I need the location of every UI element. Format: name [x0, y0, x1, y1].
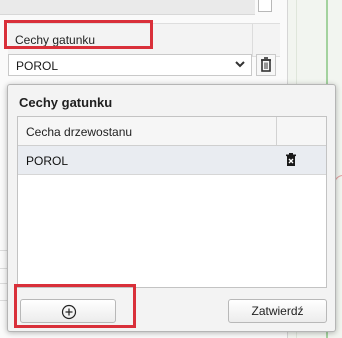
delete-icon — [286, 153, 296, 166]
column-header-feature[interactable]: Cecha drzewostanu — [18, 117, 277, 145]
plus-circle-icon — [61, 304, 77, 320]
table-header: Cecha drzewostanu — [18, 117, 326, 146]
chevron-down-icon — [235, 57, 245, 74]
dialog-title: Cechy gatunku — [19, 95, 113, 110]
species-feature-select[interactable]: POROL — [8, 54, 252, 76]
delete-row-button[interactable] — [283, 152, 299, 168]
row-label: POROL — [26, 154, 69, 168]
features-table: Cecha drzewostanu POROL — [17, 116, 327, 288]
table-row[interactable]: POROL — [18, 146, 326, 175]
delete-feature-button[interactable] — [256, 54, 276, 76]
species-features-dialog: Cechy gatunku Cecha drzewostanu POROL Za… — [7, 84, 336, 332]
column-header-label: Cecha drzewostanu — [26, 125, 133, 139]
add-feature-button[interactable] — [20, 299, 116, 323]
trash-icon — [261, 57, 271, 72]
top-button[interactable] — [258, 0, 272, 12]
confirm-button[interactable]: Zatwierdź — [228, 299, 327, 323]
top-strip — [0, 0, 255, 15]
header-highlight-box — [4, 20, 153, 49]
select-value: POROL — [16, 59, 59, 73]
